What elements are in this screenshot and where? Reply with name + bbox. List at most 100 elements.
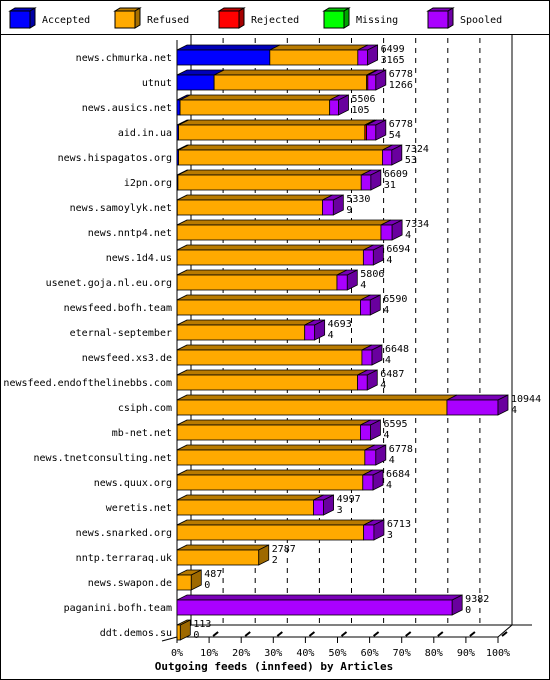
legend-swatch-side bbox=[29, 7, 36, 29]
bar-segment-refused bbox=[176, 474, 364, 491]
data-label-accepted: 4 bbox=[386, 255, 392, 266]
x-tick-label: 50% bbox=[328, 648, 346, 659]
legend-swatch bbox=[9, 10, 31, 29]
bar-top-refused bbox=[178, 144, 393, 151]
bar-row: 67784 bbox=[176, 444, 413, 466]
x-tick-label: 20% bbox=[232, 648, 250, 659]
data-label-accepted: 0 bbox=[465, 605, 471, 616]
x-tick-label: 10% bbox=[200, 648, 218, 659]
data-label-total: 10944 bbox=[511, 394, 541, 405]
bar-segment-spooled bbox=[329, 99, 339, 116]
data-label-total: 7324 bbox=[405, 144, 429, 155]
bar-row: 64874 bbox=[176, 369, 404, 391]
bar-row: 660931 bbox=[176, 169, 408, 191]
category-label: news.ausics.net bbox=[82, 103, 172, 114]
bar-row: 73344 bbox=[176, 219, 429, 241]
bar-top-refused bbox=[176, 244, 374, 251]
category-label: news.nntp4.net bbox=[88, 228, 172, 239]
legend-item-spooled: Spooled bbox=[426, 7, 502, 29]
data-label-accepted: 1266 bbox=[389, 80, 413, 91]
bar-segment-refused bbox=[178, 149, 383, 166]
category-label: news.quux.org bbox=[94, 478, 172, 489]
data-label-total: 113 bbox=[193, 619, 211, 630]
legend-swatch bbox=[218, 10, 240, 29]
bar-segment-accepted bbox=[176, 74, 215, 91]
data-label-accepted: 105 bbox=[351, 105, 369, 116]
bar-top-accepted bbox=[176, 44, 281, 51]
data-label-accepted: 4 bbox=[405, 230, 411, 241]
legend-label: Rejected bbox=[251, 15, 299, 26]
axis-depth-right bbox=[497, 624, 513, 638]
category-label: eternal-september bbox=[70, 328, 172, 339]
bar-top-refused bbox=[176, 219, 392, 226]
bar-segment-accepted bbox=[176, 99, 181, 116]
stacked-bar-chart: Accepted Refused Rejected Missing Spooled 64… bbox=[3, 7, 541, 673]
bar-row: 67781266 bbox=[176, 69, 413, 91]
bar-segment-spooled bbox=[336, 274, 348, 291]
data-label-total: 6778 bbox=[389, 69, 413, 80]
data-label-total: 6684 bbox=[386, 469, 410, 480]
x-tick-depth bbox=[308, 631, 316, 637]
category-label: news.chmurka.net bbox=[76, 53, 172, 64]
data-label-total: 487 bbox=[204, 569, 222, 580]
x-tick-label: 70% bbox=[393, 648, 411, 659]
data-label-total: 4997 bbox=[337, 494, 361, 505]
data-label-total: 9382 bbox=[465, 594, 489, 605]
category-label: news.1d4.us bbox=[106, 253, 172, 264]
x-tick-label: 0% bbox=[171, 648, 183, 659]
x-tick-label: 90% bbox=[457, 648, 475, 659]
bar-top-refused bbox=[176, 269, 348, 276]
bar-row: 93820 bbox=[176, 594, 489, 616]
legend-item-refused: Refused bbox=[113, 7, 189, 29]
bar-row: 65904 bbox=[176, 294, 407, 316]
bar-row: 5506105 bbox=[176, 94, 376, 116]
legend-item-rejected: Rejected bbox=[217, 7, 299, 29]
bar-segment-spooled bbox=[363, 524, 375, 541]
bar-top-refused bbox=[176, 469, 373, 476]
data-label-total: 6595 bbox=[383, 419, 407, 430]
data-label-total: 6648 bbox=[385, 344, 409, 355]
bar-top-refused bbox=[176, 394, 458, 401]
bar-segment-refused bbox=[176, 349, 363, 366]
data-label-total: 6609 bbox=[384, 169, 408, 180]
bar-segment-refused bbox=[176, 274, 338, 291]
bar-segment-refused bbox=[269, 49, 359, 66]
bar-segment-refused bbox=[176, 449, 366, 466]
x-tick-depth bbox=[405, 631, 412, 637]
bar-top-spooled bbox=[176, 594, 463, 601]
x-tick-label: 30% bbox=[264, 648, 282, 659]
x-tick-label: 40% bbox=[296, 648, 314, 659]
legend-swatch bbox=[323, 10, 345, 29]
category-label: newsfeed.xs3.de bbox=[82, 353, 172, 364]
bar-segment-refused bbox=[177, 174, 362, 191]
bar-top-refused bbox=[176, 544, 269, 551]
bar-segment-refused bbox=[176, 574, 192, 591]
data-label-total: 7334 bbox=[405, 219, 429, 230]
x-ticks: 0% 10% 20% 30% 40% 50% 60% 70% 80% 90% 100% bbox=[171, 631, 510, 659]
bar-segment-spooled bbox=[367, 74, 377, 91]
bar-segment-spooled bbox=[304, 324, 316, 341]
bar-row: 66484 bbox=[176, 344, 409, 366]
data-label-accepted: 53 bbox=[405, 155, 417, 166]
bar-top-refused bbox=[176, 444, 376, 451]
bar-segment-refused bbox=[176, 524, 365, 541]
legend-swatch bbox=[427, 10, 449, 29]
data-label-accepted: 4 bbox=[328, 330, 334, 341]
bar-segment-spooled bbox=[360, 174, 372, 191]
data-label-total: 6694 bbox=[386, 244, 410, 255]
data-label-accepted: 0 bbox=[193, 630, 199, 641]
category-label: ddt.demos.su bbox=[100, 628, 172, 639]
data-label-accepted: 4 bbox=[511, 405, 517, 416]
data-label-total: 6590 bbox=[383, 294, 407, 305]
data-label-accepted: 31 bbox=[384, 180, 396, 191]
category-label: i2pn.org bbox=[124, 178, 172, 189]
legend-label: Spooled bbox=[460, 15, 502, 26]
bar-top-refused bbox=[176, 319, 315, 326]
data-label-total: 6778 bbox=[389, 119, 413, 130]
legend-swatch-side bbox=[238, 7, 245, 29]
bar-row: 53309 bbox=[176, 194, 370, 216]
data-label-total: 5806 bbox=[360, 269, 384, 280]
category-label: news.tnetconsulting.net bbox=[34, 453, 172, 464]
data-label-total: 6713 bbox=[387, 519, 411, 530]
legend-swatch-side bbox=[447, 7, 454, 29]
